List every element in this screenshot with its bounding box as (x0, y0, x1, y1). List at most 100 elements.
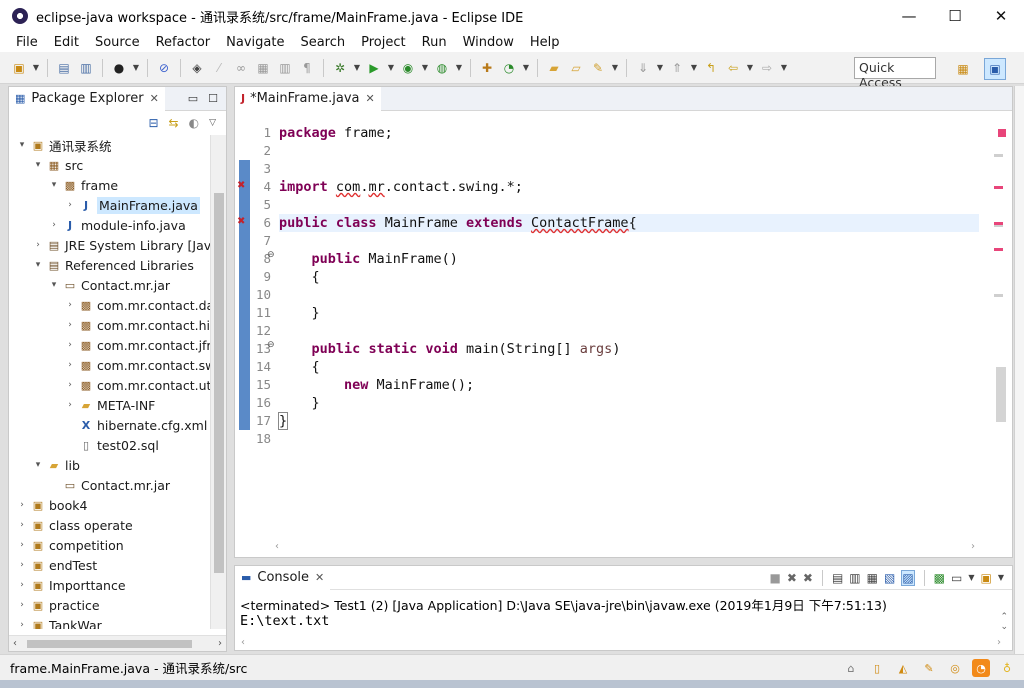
word-wrap-icon[interactable]: ▦ (867, 571, 878, 585)
scroll-right-icon[interactable]: › (971, 541, 975, 553)
display-selected-console-icon[interactable]: ▭ (951, 571, 962, 585)
tree-item[interactable]: ▾ ▤ Referenced Libraries (9, 255, 226, 275)
open-perspective-icon[interactable]: ▦ (952, 58, 974, 80)
collapsed-chevron-icon[interactable]: › (63, 200, 77, 210)
view-menu-icon[interactable]: ▽ (209, 118, 216, 128)
pin-console-icon[interactable]: ▩ (934, 571, 945, 585)
collapsed-chevron-icon[interactable]: › (15, 520, 29, 530)
error-annotation-mark[interactable] (994, 248, 1003, 251)
close-icon[interactable]: ✕ (366, 92, 375, 105)
console-vertical-scrollbar[interactable]: ⌃ ⌄ (1000, 612, 1008, 632)
fold-icon[interactable]: ⊖ (267, 250, 275, 260)
menu-file[interactable]: File (8, 35, 46, 50)
debug-dropdown-icon[interactable]: ▼ (353, 59, 361, 77)
open-console-icon[interactable]: ▣ (981, 571, 992, 585)
debug-icon[interactable]: ✲ (331, 59, 349, 77)
link-icon[interactable]: ∞ (232, 59, 250, 77)
tab-mainframe-java[interactable]: J *MainFrame.java ✕ (235, 86, 381, 111)
console-output[interactable]: E:\text.txt (240, 613, 329, 629)
new-java-class-icon[interactable]: ◔ (500, 59, 518, 77)
collapsed-chevron-icon[interactable]: › (15, 540, 29, 550)
open-type-icon[interactable]: ▰ (545, 59, 563, 77)
collapse-all-icon[interactable]: ⊟ (148, 116, 158, 130)
tree-item[interactable]: › ▩ com.mr.contact.util (9, 375, 226, 395)
show-on-output-icon[interactable]: ▧ (884, 571, 895, 585)
skip-breakpoints-icon[interactable]: ⊘ (155, 59, 173, 77)
editor-scrollbar-thumb[interactable] (996, 367, 1006, 422)
scroll-left-icon[interactable]: ‹ (241, 637, 245, 648)
code-area[interactable]: package frame; import com.mr.contact.swi… (277, 124, 979, 448)
explorer-vertical-scrollbar[interactable] (210, 135, 226, 629)
collapsed-chevron-icon[interactable]: › (63, 400, 77, 410)
run-icon[interactable]: ▶ (365, 59, 383, 77)
pencil-icon[interactable]: ✎ (920, 659, 938, 677)
maximize-button[interactable]: ☐ (932, 0, 978, 32)
terminate-icon[interactable]: ■ (769, 571, 780, 585)
tree-item[interactable]: › ▩ com.mr.contact.da (9, 295, 226, 315)
profile-icon[interactable]: ● (110, 59, 128, 77)
menu-refactor[interactable]: Refactor (148, 35, 219, 50)
tree-item[interactable]: › ▩ com.mr.contact.hib (9, 315, 226, 335)
menu-navigate[interactable]: Navigate (218, 35, 292, 50)
error-annotation-mark[interactable] (994, 222, 1003, 225)
run-dropdown-icon[interactable]: ▼ (387, 59, 395, 77)
external-tools-dropdown-icon[interactable]: ▼ (455, 59, 463, 77)
quick-access-field[interactable]: Quick Access (854, 57, 936, 90)
tree-item[interactable]: › J MainFrame.java (9, 195, 226, 215)
open-console-dropdown-icon[interactable]: ▼ (998, 573, 1004, 582)
forward-dropdown-icon[interactable]: ▼ (780, 59, 788, 77)
tree-item[interactable]: › ▣ TankWar (9, 615, 226, 630)
coverage-icon[interactable]: ◉ (399, 59, 417, 77)
annotation-mark[interactable] (994, 294, 1003, 297)
java-perspective-icon[interactable]: ▣ (984, 58, 1006, 80)
new-class-dropdown-icon[interactable]: ▼ (522, 59, 530, 77)
display-console-dropdown-icon[interactable]: ▼ (968, 573, 974, 582)
collapsed-chevron-icon[interactable]: › (63, 340, 77, 350)
explorer-horizontal-scrollbar[interactable]: ‹ › (9, 635, 226, 651)
last-edit-location-icon[interactable]: ↰ (702, 59, 720, 77)
menu-window[interactable]: Window (455, 35, 522, 50)
open-folder-icon[interactable]: ▱ (567, 59, 585, 77)
book-icon[interactable]: ▯ (868, 659, 886, 677)
save-icon[interactable]: ▤ (55, 59, 73, 77)
collapsed-chevron-icon[interactable]: › (63, 320, 77, 330)
scroll-lock-icon[interactable]: ▥ (849, 571, 860, 585)
tree-item[interactable]: › ▣ competition (9, 535, 226, 555)
collapsed-chevron-icon[interactable]: › (15, 620, 29, 629)
tree-item[interactable]: ▾ ▣ 通讯录系统 (9, 135, 226, 155)
tree-item[interactable]: › ▩ com.mr.contact.sw (9, 355, 226, 375)
new-icon[interactable]: ▣ (10, 59, 28, 77)
fold-icon[interactable]: ⊖ (267, 340, 275, 350)
editor-body[interactable]: ✖ ✖ 1 2 3 4 5 6 7 8 9 10 11 12 13 14 15 16 17 18 ⊖ ⊖ pack… (235, 112, 1012, 557)
new-java-package-icon[interactable]: ✚ (478, 59, 496, 77)
tree-item[interactable]: › ▤ JRE System Library [Java (9, 235, 226, 255)
tree-item[interactable]: ▯ test02.sql (9, 435, 226, 455)
tab-package-explorer[interactable]: ▦ Package Explorer ✕ (9, 86, 165, 111)
close-icon[interactable]: ✕ (315, 571, 324, 584)
menu-search[interactable]: Search (292, 35, 353, 50)
clear-console-icon[interactable]: ▤ (832, 571, 843, 585)
error-summary-icon[interactable] (998, 129, 1006, 137)
menu-run[interactable]: Run (414, 35, 455, 50)
back-icon[interactable]: ⇦ (724, 59, 742, 77)
menu-source[interactable]: Source (87, 35, 148, 50)
rss-icon[interactable]: ◔ (972, 659, 990, 677)
open-hierarchy-icon[interactable]: ◈ (188, 59, 206, 77)
expanded-chevron-icon[interactable]: ▾ (31, 260, 45, 270)
console-horizontal-scrollbar[interactable]: ‹ › (241, 637, 1001, 648)
next-annotation-dropdown-icon[interactable]: ▼ (656, 59, 664, 77)
menu-edit[interactable]: Edit (46, 35, 87, 50)
tree-item[interactable]: › ▩ com.mr.contact.jfre (9, 335, 226, 355)
tree-item[interactable]: › ▣ Importtance (9, 575, 226, 595)
wand-icon[interactable]: ⁄ (210, 59, 228, 77)
tree-item[interactable]: ▾ ▦ src (9, 155, 226, 175)
tree-item[interactable]: ▾ ▩ frame (9, 175, 226, 195)
tree-item[interactable]: › ▰ META-INF (9, 395, 226, 415)
tree-item[interactable]: › ▣ endTest (9, 555, 226, 575)
collapsed-chevron-icon[interactable]: › (63, 360, 77, 370)
close-icon[interactable]: ✕ (150, 92, 159, 105)
expanded-chevron-icon[interactable]: ▾ (31, 460, 45, 470)
tree-item[interactable]: ▾ ▰ lib (9, 455, 226, 475)
previous-annotation-icon[interactable]: ⇑ (668, 59, 686, 77)
expanded-chevron-icon[interactable]: ▾ (47, 280, 61, 290)
